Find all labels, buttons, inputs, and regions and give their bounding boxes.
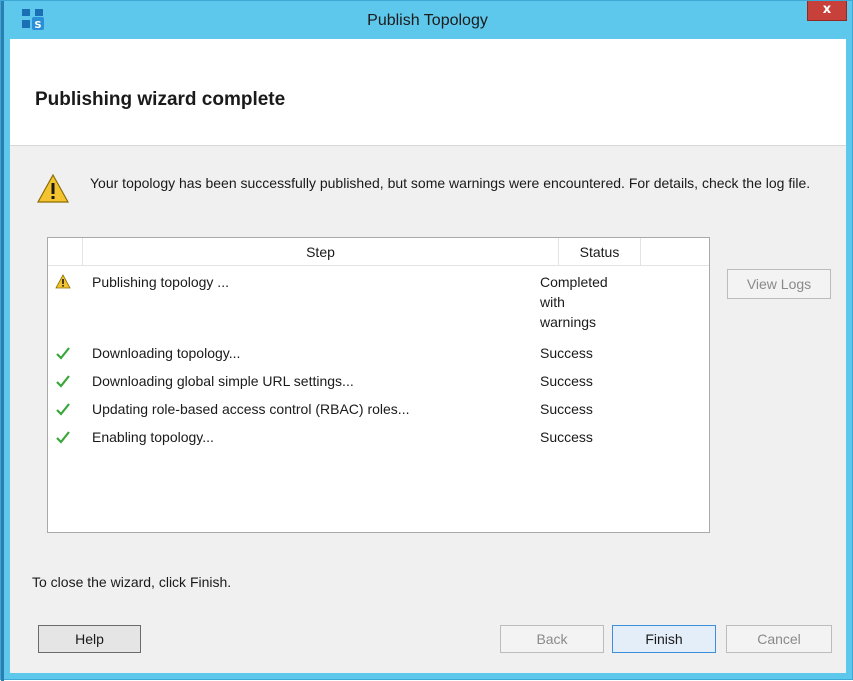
result-message: Your topology has been successfully publ… [90, 175, 811, 191]
column-header-status[interactable]: Status [559, 238, 641, 265]
list-item[interactable]: Downloading topology... Success [48, 343, 709, 365]
list-header: Step Status [48, 238, 709, 266]
finish-button[interactable]: Finish [612, 625, 716, 653]
column-header-icon[interactable] [48, 238, 83, 265]
checkmark-icon [56, 403, 70, 416]
status-label: Success [540, 401, 593, 417]
checkmark-icon [56, 347, 70, 360]
step-label: Downloading global simple URL settings..… [92, 373, 354, 389]
help-button[interactable]: Help [38, 625, 141, 653]
warning-icon [37, 174, 69, 203]
status-label: Completed with warnings [540, 272, 640, 332]
step-label: Enabling topology... [92, 429, 214, 445]
status-label: Success [540, 429, 593, 445]
close-button[interactable]: x [807, 1, 847, 21]
wizard-client-area: Publishing wizard complete Your topology… [10, 39, 846, 673]
back-button[interactable]: Back [500, 625, 604, 653]
list-item[interactable]: Updating role-based access control (RBAC… [48, 399, 709, 421]
step-label: Publishing topology ... [92, 274, 229, 290]
window-title: Publish Topology [367, 12, 488, 29]
warning-icon [55, 274, 71, 289]
list-item[interactable]: Enabling topology... Success [48, 427, 709, 449]
status-label: Success [540, 345, 593, 361]
list-item[interactable]: Publishing topology ... Completed with w… [48, 272, 709, 336]
status-line: with [540, 294, 565, 310]
close-instruction: To close the wizard, click Finish. [32, 574, 232, 590]
view-logs-button[interactable]: View Logs [727, 269, 831, 299]
status-line: Completed [540, 274, 608, 290]
column-header-filler [641, 238, 709, 265]
steps-list[interactable]: Step Status Publishing topology ... Comp… [47, 237, 710, 533]
page-title: Publishing wizard complete [35, 89, 286, 110]
status-line: warnings [540, 314, 597, 330]
column-header-step[interactable]: Step [83, 238, 559, 265]
window-left-edge [1, 1, 4, 681]
step-label: Updating role-based access control (RBAC… [92, 401, 410, 417]
step-label: Downloading topology... [92, 345, 241, 361]
status-label: Success [540, 373, 593, 389]
list-item[interactable]: Downloading global simple URL settings..… [48, 371, 709, 393]
publish-topology-window: S Publish Topology x Publishing wizard c… [0, 0, 853, 681]
checkmark-icon [56, 431, 70, 444]
wizard-header: Publishing wizard complete [10, 39, 846, 146]
checkmark-icon [56, 375, 70, 388]
cancel-button[interactable]: Cancel [726, 625, 832, 653]
title-bar[interactable]: S Publish Topology x [1, 1, 853, 39]
